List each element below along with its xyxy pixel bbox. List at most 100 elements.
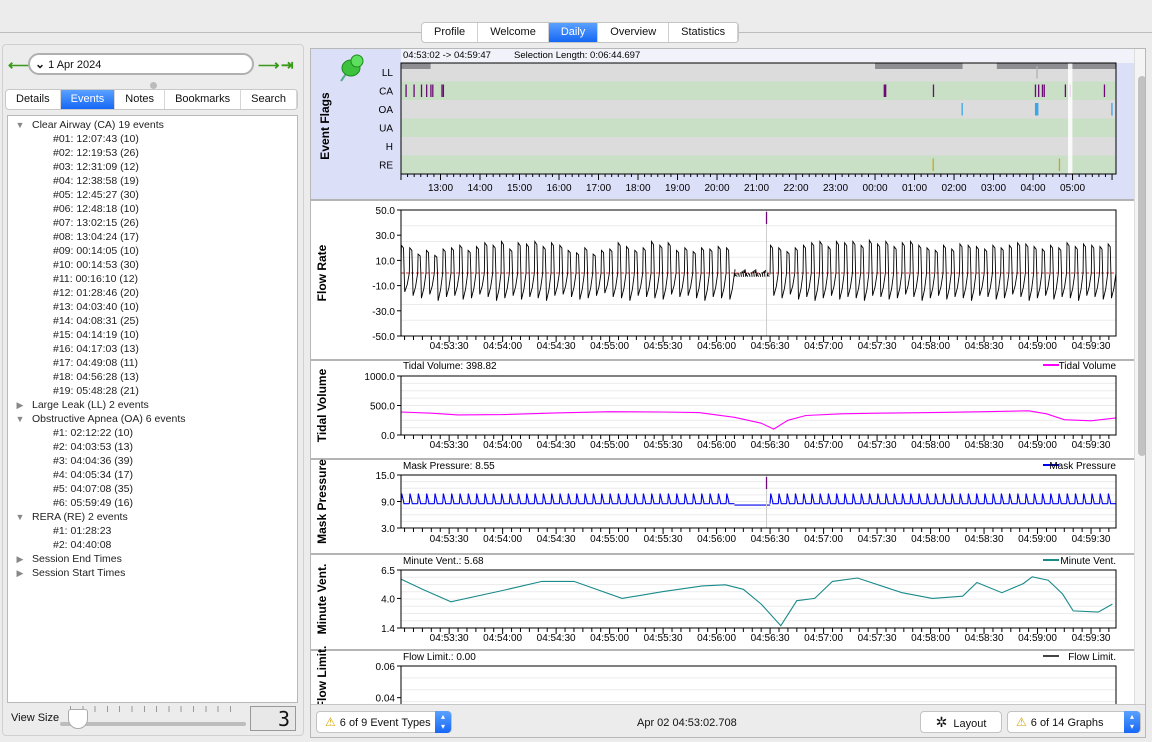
pin-head	[350, 54, 364, 68]
event-item[interactable]: #14: 04:08:31 (25)	[8, 314, 297, 328]
event-item[interactable]: #6: 05:59:49 (16)	[8, 496, 297, 510]
event-item[interactable]: #13: 04:03:40 (10)	[8, 300, 297, 314]
panel-divider	[311, 553, 1134, 555]
event-item[interactable]: #12: 01:28:46 (20)	[8, 286, 297, 300]
tab-notes[interactable]: Notes	[115, 90, 166, 109]
graphs-label: 6 of 14 Graphs	[1030, 717, 1104, 729]
y-tick-label: 30.0	[376, 231, 396, 242]
x-tick-label: 04:58:00	[911, 341, 950, 352]
event-item[interactable]: #1: 01:28:23	[8, 524, 297, 538]
date-picker[interactable]: ⌄ 1 Apr 2024	[28, 53, 254, 75]
tab-overview[interactable]: Overview	[598, 23, 670, 42]
arrow-left-icon[interactable]: ⟵	[8, 56, 30, 74]
event-item[interactable]: #15: 04:14:19 (10)	[8, 328, 297, 342]
event-item[interactable]: #04: 12:38:58 (19)	[8, 174, 297, 188]
tree-group[interactable]: ▼ RERA (RE) 2 events	[8, 510, 297, 524]
y-tick-label: 50.0	[376, 206, 396, 217]
disclosure-expanded-icon[interactable]: ▼	[8, 118, 32, 132]
event-item[interactable]: #05: 12:45:27 (30)	[8, 188, 297, 202]
disclosure-collapsed-icon[interactable]: ▶	[8, 398, 32, 412]
event-item[interactable]: #5: 04:07:08 (35)	[8, 482, 297, 496]
event-types-dropdown[interactable]: ⚠ 6 of 9 Event Types ▴ ▾	[316, 711, 452, 733]
event-item[interactable]: #06: 12:48:18 (10)	[8, 202, 297, 216]
event-item[interactable]: #08: 13:04:24 (17)	[8, 230, 297, 244]
event-item[interactable]: #17: 04:49:08 (11)	[8, 356, 297, 370]
chart-ylabel-mp: Mask Pressure	[315, 459, 329, 544]
slider-ticks	[70, 706, 242, 712]
y-tick-label: 9.0	[381, 498, 395, 509]
tree-group[interactable]: ▼ Clear Airway (CA) 19 events	[8, 118, 297, 132]
bottom-toolbar: ⚠ 6 of 9 Event Types ▴ ▾ Apr 02 04:53:02.7…	[311, 704, 1145, 737]
y-tick-label: 0.0	[381, 431, 395, 442]
axis-tick-label: 01:00	[902, 183, 927, 194]
flag-row-re	[401, 155, 1116, 174]
graphs-dropdown[interactable]: ⚠ 6 of 14 Graphs ▴ ▾	[1007, 711, 1141, 733]
disclosure-collapsed-icon[interactable]: ▶	[8, 566, 32, 580]
tab-welcome[interactable]: Welcome	[478, 23, 549, 42]
event-item[interactable]: #01: 12:07:43 (10)	[8, 132, 297, 146]
disclosure-expanded-icon[interactable]: ▼	[8, 510, 32, 524]
x-tick-label: 04:59:30	[1072, 341, 1111, 352]
tab-events[interactable]: Events	[60, 90, 116, 109]
splitter-handle[interactable]	[150, 82, 157, 89]
axis-tick-label: 00:00	[863, 183, 888, 194]
event-types-label: 6 of 9 Event Types	[339, 717, 431, 729]
event-item[interactable]: #10: 00:14:53 (30)	[8, 258, 297, 272]
event-item[interactable]: #19: 05:48:28 (21)	[8, 384, 297, 398]
tab-search[interactable]: Search	[241, 90, 297, 109]
daily-graphs[interactable]: Event Flags 04:53:02 -> 04:59:47 Selection…	[311, 49, 1134, 704]
event-item[interactable]: #4: 04:05:34 (17)	[8, 468, 297, 482]
events-tree: ▼ Clear Airway (CA) 19 events #01: 12:07:4…	[7, 115, 298, 703]
event-item[interactable]: #1: 02:12:22 (10)	[8, 426, 297, 440]
x-tick-label: 04:55:30	[644, 534, 683, 545]
disclosure-expanded-icon[interactable]: ▼	[8, 412, 32, 426]
panel-divider	[311, 458, 1134, 460]
tree-group[interactable]: ▶ Large Leak (LL) 2 events	[8, 398, 297, 412]
event-item[interactable]: #2: 04:03:53 (13)	[8, 440, 297, 454]
chart-ylabel-fl: Flow Limit.	[315, 646, 329, 704]
axis-tick-label: 13:00	[428, 183, 453, 194]
event-item[interactable]: #09: 00:14:05 (10)	[8, 244, 297, 258]
legend-label-mp: Mask Pressure	[1049, 461, 1116, 472]
axis-tick-label: 15:00	[507, 183, 532, 194]
x-tick-label: 04:53:30	[430, 534, 469, 545]
event-item[interactable]: #03: 12:31:09 (12)	[8, 160, 297, 174]
scrollbar-thumb[interactable]	[1138, 76, 1145, 456]
axis-tick-label: 16:00	[546, 183, 571, 194]
x-tick-label: 04:55:30	[644, 633, 683, 644]
tree-group[interactable]: ▼ Obstructive Apnea (OA) 6 events	[8, 412, 297, 426]
layout-button[interactable]: ✲ Layout	[920, 711, 1002, 733]
axis-tick-label: 05:00	[1060, 183, 1085, 194]
y-tick-label: 1000.0	[364, 372, 395, 383]
tree-group[interactable]: ▶ Session Start Times	[8, 566, 297, 580]
event-item[interactable]: #18: 04:56:28 (13)	[8, 370, 297, 384]
tab-daily[interactable]: Daily	[548, 23, 599, 42]
event-item[interactable]: #11: 00:16:10 (12)	[8, 272, 297, 286]
slider-thumb[interactable]	[68, 709, 88, 729]
event-item[interactable]: #3: 04:04:36 (39)	[8, 454, 297, 468]
tab-bookmarks[interactable]: Bookmarks	[165, 90, 242, 109]
vertical-scrollbar[interactable]	[1134, 49, 1145, 704]
tab-details[interactable]: Details	[6, 90, 61, 109]
tab-profile[interactable]: Profile	[422, 23, 479, 42]
x-tick-label: 04:57:30	[858, 534, 897, 545]
axis-tick-label: 14:00	[467, 183, 492, 194]
arrow-right-icon[interactable]: ⟶	[258, 56, 280, 74]
date-value: 1 Apr 2024	[48, 59, 102, 71]
left-panel: ⟵ ⌄ 1 Apr 2024 ⟶ ⇥ Details Events Notes …	[0, 44, 306, 742]
x-tick-label: 04:58:00	[911, 440, 950, 451]
x-tick-label: 04:59:30	[1072, 440, 1111, 451]
x-tick-label: 04:53:30	[430, 341, 469, 352]
event-item[interactable]: #07: 13:02:15 (26)	[8, 216, 297, 230]
view-size-slider[interactable]	[60, 722, 246, 726]
event-item[interactable]: #02: 12:19:53 (26)	[8, 146, 297, 160]
disclosure-collapsed-icon[interactable]: ▶	[8, 552, 32, 566]
x-tick-label: 04:57:00	[804, 534, 843, 545]
x-tick-label: 04:56:00	[697, 534, 736, 545]
tab-statistics[interactable]: Statistics	[669, 23, 739, 42]
arrow-to-end-icon[interactable]: ⇥	[281, 56, 294, 74]
flag-row-oa	[401, 100, 1116, 119]
tree-group[interactable]: ▶ Session End Times	[8, 552, 297, 566]
event-item[interactable]: #2: 04:40:08	[8, 538, 297, 552]
event-item[interactable]: #16: 04:17:03 (13)	[8, 342, 297, 356]
